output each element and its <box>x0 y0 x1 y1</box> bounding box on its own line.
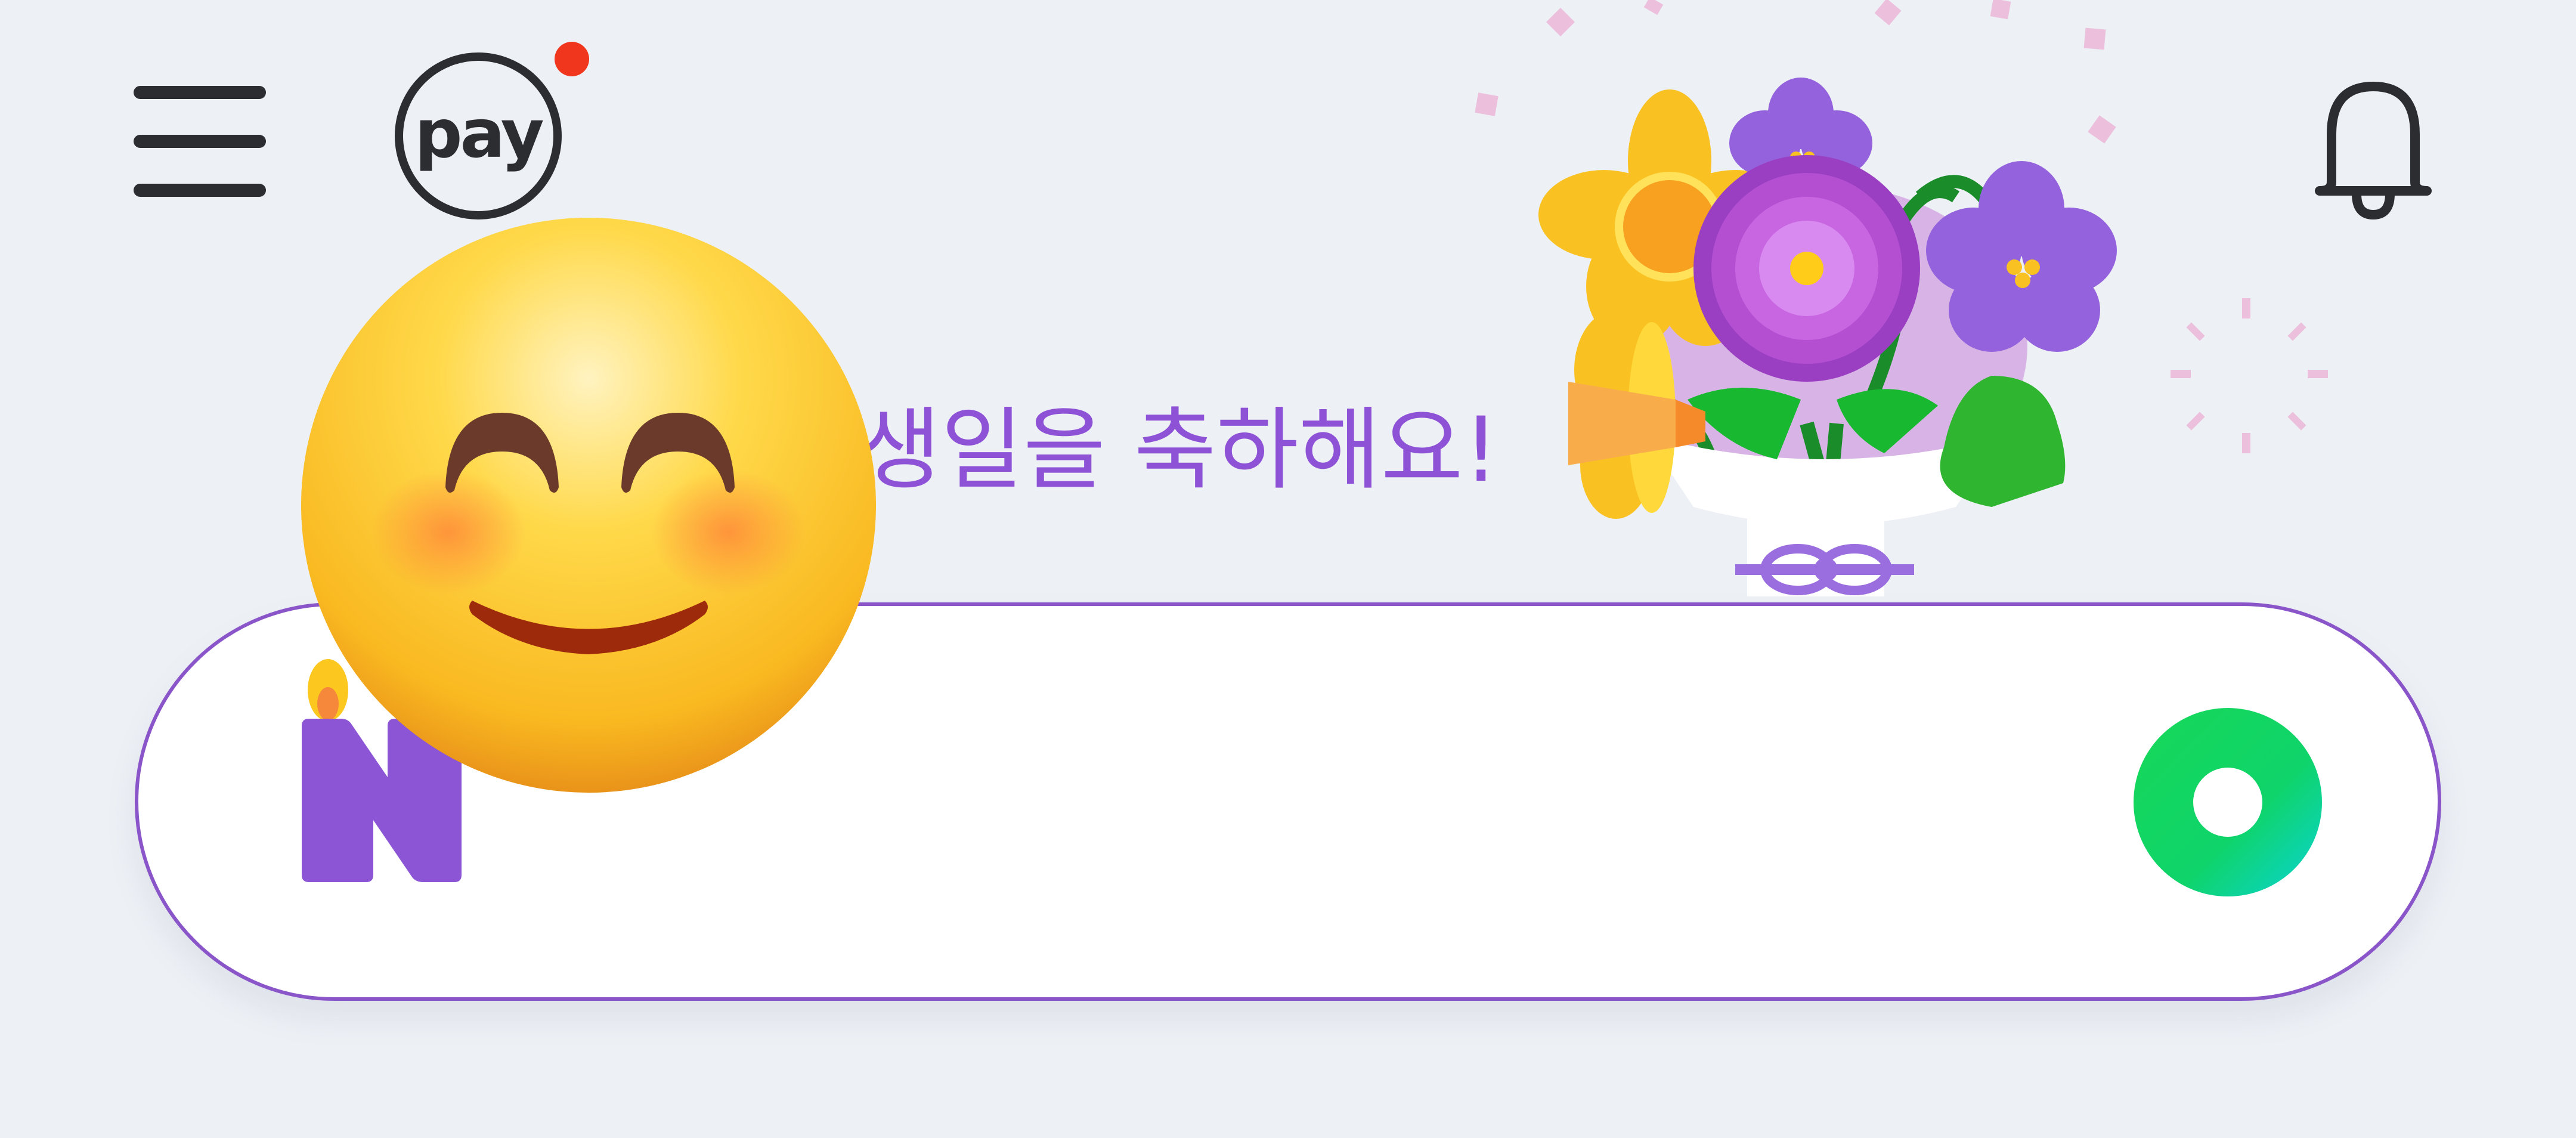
green-search-button-icon <box>2134 708 2322 896</box>
flower-bouquet-illustration <box>1467 66 2159 602</box>
notification-badge <box>555 42 589 76</box>
smiling-face-emoji <box>299 216 878 794</box>
birthday-greeting: 생일을 축하해요! <box>859 398 1499 502</box>
pay-label: pay <box>414 95 544 173</box>
notification-button[interactable] <box>2302 69 2445 224</box>
pay-button[interactable]: pay <box>395 42 589 231</box>
search-submit-button[interactable] <box>2132 707 2323 898</box>
menu-button[interactable] <box>131 84 268 203</box>
pay-logo-icon: pay <box>395 52 562 219</box>
hamburger-menu-icon <box>131 84 268 203</box>
bell-icon <box>2315 82 2432 220</box>
